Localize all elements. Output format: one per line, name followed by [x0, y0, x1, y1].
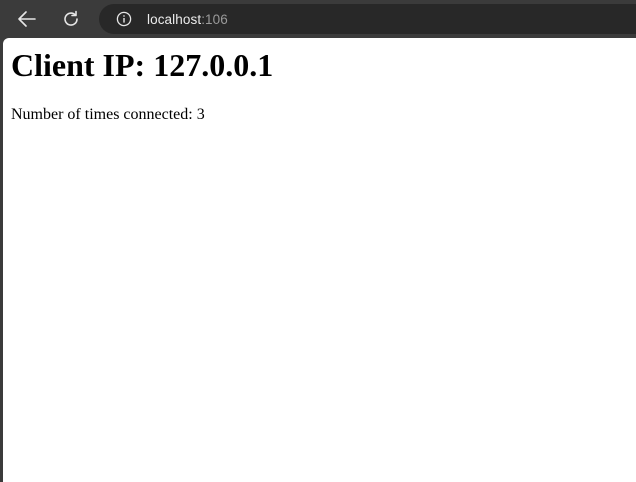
- connection-count-text: Number of times connected: 3: [11, 106, 205, 123]
- arrow-left-icon: [18, 11, 36, 27]
- page-viewport: Client IP: 127.0.0.1 Number of times con…: [3, 38, 636, 482]
- back-button[interactable]: [14, 6, 40, 32]
- url-host: localhost: [147, 11, 202, 27]
- address-bar[interactable]: localhost:106: [99, 4, 636, 34]
- reload-icon: [64, 10, 78, 26]
- url-port: :106: [201, 11, 228, 27]
- page-heading: Client IP: 127.0.0.1: [11, 47, 274, 83]
- info-icon[interactable]: [116, 11, 132, 27]
- page-content: Client IP: 127.0.0.1 Number of times con…: [3, 47, 636, 124]
- browser-toolbar: localhost:106: [0, 0, 636, 37]
- url-text[interactable]: localhost:106: [147, 12, 228, 27]
- browser-window: localhost:106 Client IP: 127.0.0.1 Numbe…: [0, 0, 636, 482]
- reload-button[interactable]: [58, 6, 84, 32]
